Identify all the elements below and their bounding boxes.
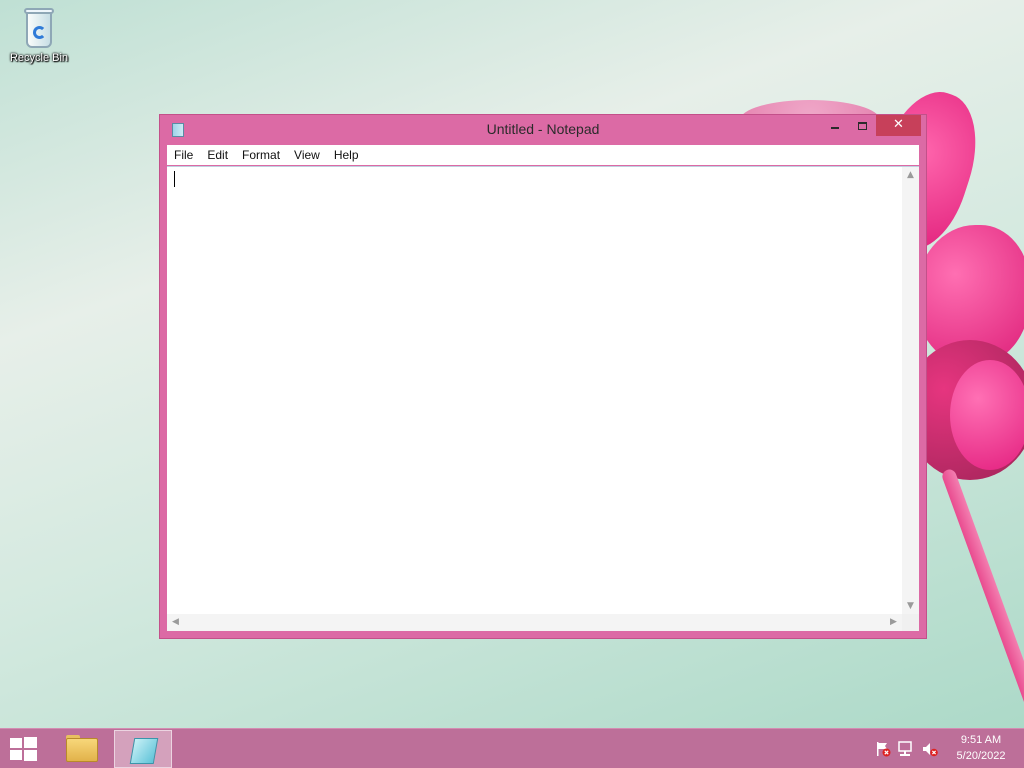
system-clock[interactable]: 9:51 AM 5/20/2022	[946, 732, 1016, 764]
window-title: Untitled - Notepad	[486, 121, 600, 137]
taskbar-file-explorer[interactable]	[52, 730, 110, 768]
maximize-icon	[857, 121, 867, 130]
menu-help[interactable]: Help	[327, 145, 366, 165]
close-icon: ✕	[893, 117, 904, 132]
scroll-down-icon[interactable]: ▼	[902, 598, 919, 615]
wallpaper-petal	[950, 360, 1024, 470]
network-icon[interactable]	[898, 741, 914, 757]
horizontal-scrollbar[interactable]: ◀ ▶	[167, 614, 902, 631]
clock-time: 9:51 AM	[960, 734, 1002, 746]
wallpaper-petal	[915, 225, 1024, 365]
menu-file[interactable]: File	[167, 145, 200, 165]
maximize-button[interactable]	[849, 115, 875, 136]
minimize-icon	[831, 126, 839, 129]
menu-edit[interactable]: Edit	[200, 145, 235, 165]
scroll-right-icon[interactable]: ▶	[885, 614, 902, 631]
taskbar-notepad[interactable]	[114, 730, 172, 768]
text-caret	[174, 171, 175, 187]
recycle-bin-icon	[22, 6, 56, 50]
desktop-icon-label: Recycle Bin	[9, 52, 69, 64]
taskbar: 9:51 AM 5/20/2022	[0, 728, 1024, 768]
wallpaper-stem	[940, 467, 1024, 768]
desktop-icon-recycle-bin[interactable]: Recycle Bin	[6, 6, 72, 64]
notepad-icon	[129, 738, 159, 764]
menu-format[interactable]: Format	[235, 145, 287, 165]
size-grip[interactable]	[902, 614, 919, 631]
scroll-up-icon[interactable]: ▲	[902, 167, 919, 184]
minimize-button[interactable]	[822, 115, 848, 136]
title-bar[interactable]: Untitled - Notepad ✕	[160, 115, 926, 145]
notepad-window[interactable]: Untitled - Notepad ✕ File Edit Format View H…	[159, 114, 927, 639]
clock-date: 5/20/2022	[956, 750, 1006, 762]
desktop: { "desktop": { "icons": [ {"label": "Rec…	[0, 0, 1024, 768]
folder-icon	[66, 738, 98, 762]
text-editor-area[interactable]: ▲ ▼ ◀ ▶	[167, 166, 919, 631]
volume-muted-icon[interactable]	[922, 741, 938, 757]
vertical-scrollbar[interactable]: ▲ ▼	[902, 167, 919, 615]
menu-bar: File Edit Format View Help	[167, 145, 919, 165]
start-button[interactable]	[10, 737, 38, 761]
close-button[interactable]: ✕	[876, 115, 921, 136]
scroll-left-icon[interactable]: ◀	[167, 614, 184, 631]
menu-view[interactable]: View	[287, 145, 327, 165]
action-center-flag-icon[interactable]	[875, 741, 891, 757]
